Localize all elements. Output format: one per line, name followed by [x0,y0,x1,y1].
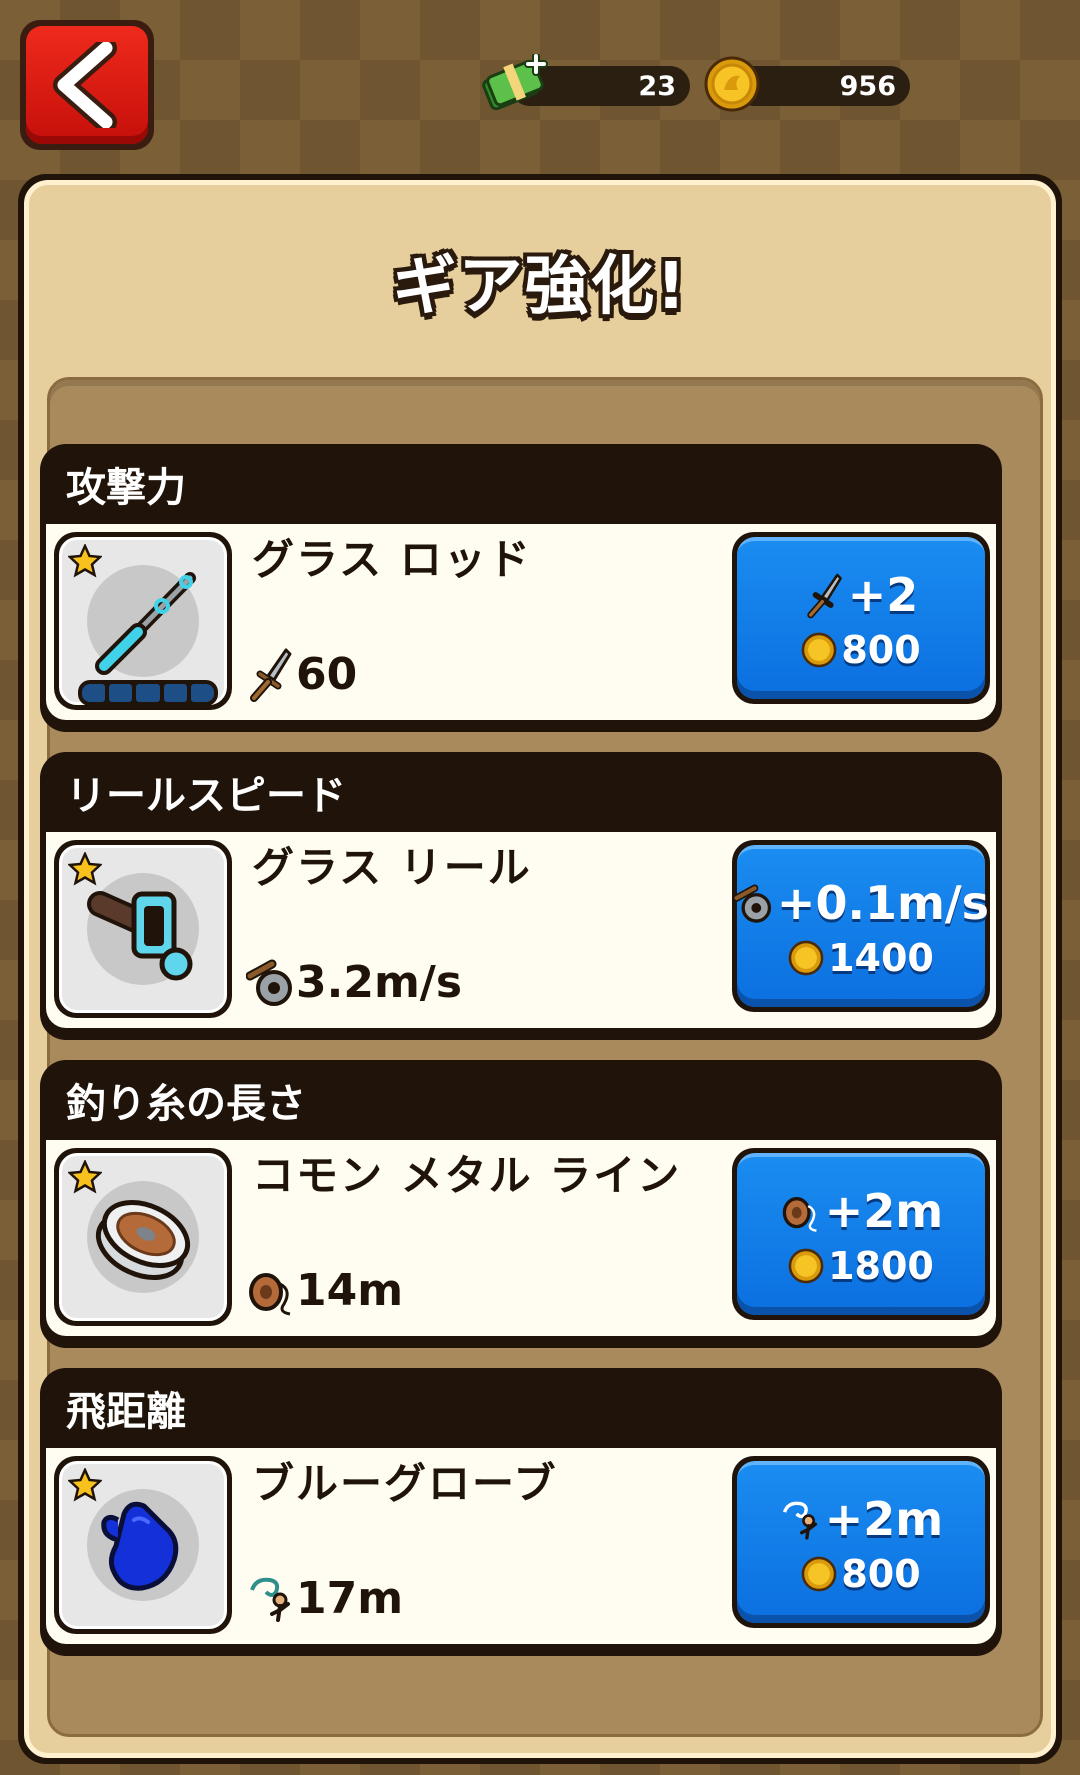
cast-distance-icon [250,1577,290,1622]
item-slot[interactable] [54,532,232,710]
star-icon [68,544,102,578]
upgrade-cost: 1800 [828,1244,934,1288]
gold-coin-icon [801,1556,837,1592]
upgrade-effect: +2m [824,1184,944,1238]
gold-coin-icon [704,56,760,112]
stat-value: 17m [296,1572,404,1624]
line-spool-icon [782,1197,817,1232]
star-icon [68,1468,102,1502]
gold-value: 956 [839,70,896,102]
item-name: ブルーグローブ [252,1459,558,1508]
gold-coin-icon [801,632,837,668]
item-stat: 3.2m/s [246,954,462,1010]
upgrade-card-cast-distance: 飛距離 ブルーグローブ 17m +2m 800 [40,1368,1002,1656]
upgrade-button-line-length[interactable]: +2m 1800 [732,1148,990,1320]
upgrade-cost: 800 [841,1552,921,1596]
upgrade-cost: 800 [841,628,921,672]
item-name: グラス ロッド [252,535,532,584]
gold-coin-icon [788,1248,824,1284]
card-category: 飛距離 [66,1389,186,1435]
gold-coin-icon [788,940,824,976]
card-category: リールスピード [66,773,346,819]
back-button[interactable] [20,20,154,150]
item-name: コモン メタル ライン [252,1151,682,1200]
star-icon [68,1160,102,1194]
star-icon [68,852,102,886]
upgrade-effect: +2m [824,1492,944,1546]
sword-icon [250,648,292,702]
upgrade-button-attack[interactable]: +2 800 [732,532,990,704]
line-spool-icon [249,1273,291,1316]
upgrade-card-line-length: 釣り糸の長さ コモン メタル ライン 14m +2m 1800 [40,1060,1002,1348]
chevron-left-icon [53,42,117,128]
upgrade-cost: 1400 [828,936,934,980]
reel-speed-icon [732,884,771,923]
upgrade-card-reel-speed: リールスピード グラス リール 3.2m/s +0.1m/s 1400 [40,752,1002,1040]
upgrade-card-attack: 攻撃力 グラス ロッド 60 +2 800 [40,444,1002,732]
cast-distance-icon [782,1501,817,1540]
item-stat: 14m [246,1262,403,1318]
stat-value: 60 [296,648,358,700]
item-stat: 17m [246,1570,403,1626]
item-slot[interactable] [54,1148,232,1326]
stat-value: 14m [296,1264,404,1316]
reel-speed-icon [246,959,292,1006]
item-slot[interactable] [54,1456,232,1634]
gold-counter: 956 [704,56,910,112]
item-stat: 60 [246,646,357,702]
sword-icon [807,573,842,619]
upgrade-button-cast-distance[interactable]: +2m 800 [732,1456,990,1628]
item-name: グラス リール [252,843,532,892]
upgrade-button-reel-speed[interactable]: +0.1m/s 1400 [732,840,990,1012]
item-slot[interactable] [54,840,232,1018]
cash-value: 23 [638,70,676,102]
cash-counter[interactable]: 23 [480,54,690,111]
cash-plus-icon [482,54,548,111]
page-title: ギア強化! [392,250,688,324]
level-progress [78,680,218,706]
stat-value: 3.2m/s [296,956,463,1008]
card-category: 攻撃力 [66,465,186,511]
upgrade-effect: +0.1m/s [776,876,990,930]
card-category: 釣り糸の長さ [66,1081,306,1127]
upgrade-effect: +2 [847,568,919,622]
